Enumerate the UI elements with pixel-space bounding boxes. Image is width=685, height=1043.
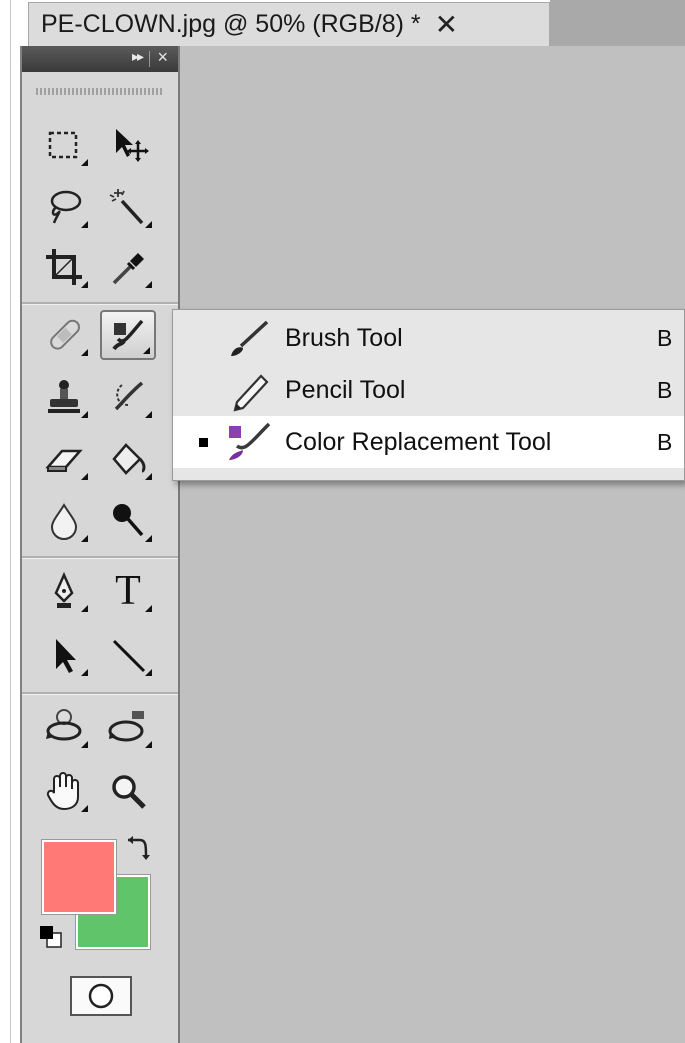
eyedropper-tool[interactable] xyxy=(100,242,156,292)
header-separator xyxy=(149,51,150,67)
eyedropper-icon xyxy=(112,253,144,285)
eraser-tool[interactable] xyxy=(36,434,92,484)
pencil-icon xyxy=(233,374,269,412)
tool-group-divider xyxy=(22,302,178,305)
pen-tool[interactable] xyxy=(36,566,92,616)
document-tab[interactable]: PE-CLOWN.jpg @ 50% (RGB/8) * ✕ xyxy=(28,2,550,46)
menu-item-shortcut: B xyxy=(657,428,673,455)
drop-icon xyxy=(50,503,78,540)
crop-tool[interactable] xyxy=(36,242,92,292)
canvas-area[interactable] xyxy=(180,46,685,1043)
menu-item-label: Pencil Tool xyxy=(285,375,406,404)
close-panel-icon[interactable]: × xyxy=(157,47,168,68)
magic-wand-tool[interactable] xyxy=(100,182,156,232)
move-tool[interactable] xyxy=(100,120,156,170)
menu-item-label: Color Replacement Tool xyxy=(285,427,552,456)
stamp-icon xyxy=(48,380,80,413)
zoom-icon xyxy=(112,775,146,809)
type-icon: T xyxy=(115,568,141,614)
menu-item-color-replacement-tool[interactable]: Color Replacement Tool B xyxy=(173,416,684,468)
lasso-tool[interactable] xyxy=(36,182,92,232)
arrow-icon xyxy=(56,639,76,673)
quick-mask-icon xyxy=(88,983,114,1009)
color-replacement-tool[interactable] xyxy=(100,310,156,360)
line-icon xyxy=(112,639,146,673)
quick-mask-button[interactable] xyxy=(70,976,132,1016)
color-replacement-icon xyxy=(112,319,144,351)
hand-tool[interactable] xyxy=(36,766,92,816)
rectangular-marquee-tool[interactable] xyxy=(36,120,92,170)
spot-healing-brush-tool[interactable] xyxy=(36,310,92,360)
tools-panel-header[interactable]: ▸▸ × xyxy=(22,46,178,72)
panel-grip[interactable] xyxy=(36,88,164,95)
3d-rotate-icon xyxy=(46,709,82,741)
brush-tools-flyout-menu: Brush Tool B Pencil Tool B Color Replace… xyxy=(172,309,685,481)
blur-tool[interactable] xyxy=(36,496,92,546)
type-tool[interactable]: T xyxy=(100,566,156,616)
crop-icon xyxy=(46,249,82,285)
lasso-icon xyxy=(50,190,82,224)
history-brush-icon xyxy=(114,381,144,411)
path-selection-tool[interactable] xyxy=(36,630,92,680)
menu-item-label: Brush Tool xyxy=(285,323,403,352)
line-tool[interactable] xyxy=(100,630,156,680)
3d-orbit-tool[interactable] xyxy=(100,702,156,752)
dodge-icon xyxy=(113,504,144,537)
paint-bucket-tool[interactable] xyxy=(100,434,156,484)
panel-edge-line xyxy=(10,0,11,1043)
dodge-tool[interactable] xyxy=(100,496,156,546)
tool-group-divider xyxy=(22,692,178,695)
3d-rotate-tool[interactable] xyxy=(36,702,92,752)
menu-item-shortcut: B xyxy=(657,324,673,351)
move-icon xyxy=(116,129,149,162)
bandage-icon xyxy=(50,319,80,350)
zoom-tool[interactable] xyxy=(100,766,156,816)
menu-item-pencil-tool[interactable]: Pencil Tool B xyxy=(173,364,684,416)
history-brush-tool[interactable] xyxy=(100,372,156,422)
close-icon[interactable]: ✕ xyxy=(435,10,458,39)
default-colors-icon[interactable] xyxy=(38,924,64,950)
swap-colors-icon[interactable] xyxy=(122,834,152,864)
eraser-icon xyxy=(45,449,83,472)
menu-item-brush-tool[interactable]: Brush Tool B xyxy=(173,312,684,364)
color-replacement-icon xyxy=(229,422,271,460)
foreground-color-swatch[interactable] xyxy=(42,840,116,914)
collapse-panel-icon[interactable]: ▸▸ xyxy=(132,48,144,65)
menu-item-shortcut: B xyxy=(657,376,673,403)
brush-icon xyxy=(231,320,269,356)
3d-orbit-icon xyxy=(108,711,144,742)
marquee-icon xyxy=(48,131,78,159)
selected-bullet xyxy=(199,437,208,447)
hand-icon xyxy=(46,772,79,811)
magic-wand-icon xyxy=(109,189,144,225)
tab-strip-empty xyxy=(550,0,685,46)
paint-bucket-icon xyxy=(112,443,146,475)
pen-icon xyxy=(54,571,74,608)
document-tab-title: PE-CLOWN.jpg @ 50% (RGB/8) * xyxy=(41,10,421,38)
clone-stamp-tool[interactable] xyxy=(36,372,92,422)
tool-group-divider xyxy=(22,556,178,559)
